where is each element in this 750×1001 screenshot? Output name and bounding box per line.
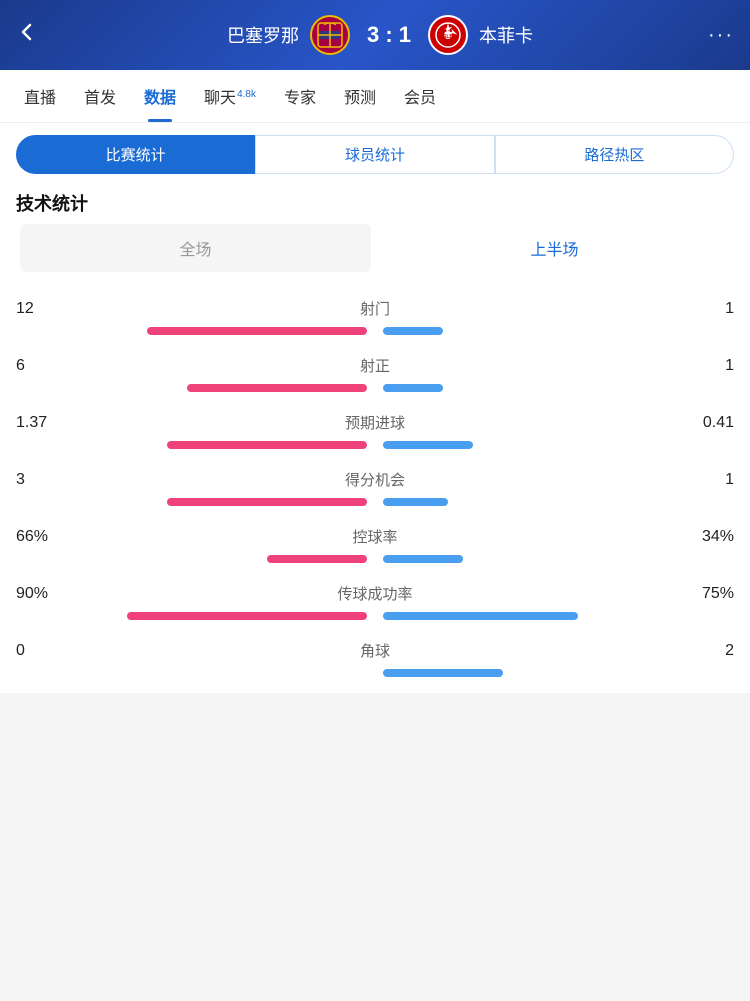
- stat-corners-left: 0: [16, 642, 76, 660]
- stat-chances-left: 3: [16, 471, 76, 489]
- stat-shots-right: 1: [674, 300, 734, 318]
- stat-chances-bar-right: [383, 498, 448, 506]
- stat-chances-right: 1: [674, 471, 734, 489]
- nav-tabs: 直播 首发 数据 聊天4.8k 专家 预测 会员: [0, 70, 750, 123]
- stat-xg-bar-left: [167, 441, 367, 449]
- stat-sot-bar-right: [383, 384, 443, 392]
- stat-pass-bar-left: [127, 612, 367, 620]
- away-team-logo: SLB: [427, 14, 469, 56]
- stat-sot-label: 射正: [76, 355, 674, 376]
- stat-possession: 66% 控球率 34%: [16, 512, 734, 569]
- stat-corners: 0 角球 2: [16, 626, 734, 683]
- stat-chances-bar-left: [167, 498, 367, 506]
- stat-corners-label: 角球: [76, 640, 674, 661]
- stat-pass-accuracy: 90% 传球成功率 75%: [16, 569, 734, 626]
- stat-pass-right: 75%: [674, 585, 734, 603]
- stat-poss-bar-right: [383, 555, 463, 563]
- stat-pass-bar-right: [383, 612, 578, 620]
- stat-chances: 3 得分机会 1: [16, 455, 734, 512]
- stat-xg-right: 0.41: [674, 414, 734, 432]
- stat-shots: 12 射门 1: [16, 284, 734, 341]
- stat-poss-left: 66%: [16, 528, 76, 546]
- back-button[interactable]: [16, 21, 52, 49]
- match-header: 巴塞罗那 3 : 1: [0, 0, 750, 70]
- tab-member[interactable]: 会员: [390, 70, 450, 122]
- period-toggle: 全场 上半场: [0, 224, 750, 284]
- home-team-name: 巴塞罗那: [227, 22, 299, 48]
- stat-shots-bar-left: [147, 327, 367, 335]
- period-full[interactable]: 全场: [20, 224, 371, 272]
- stat-chances-label: 得分机会: [76, 469, 674, 490]
- away-team-name: 本菲卡: [479, 22, 533, 48]
- tab-lineup[interactable]: 首发: [70, 70, 130, 122]
- stat-xg: 1.37 预期进球 0.41: [16, 398, 734, 455]
- tab-chat[interactable]: 聊天4.8k: [190, 70, 270, 122]
- tab-data[interactable]: 数据: [130, 70, 190, 122]
- tab-live[interactable]: 直播: [10, 70, 70, 122]
- stat-shots-label: 射门: [76, 298, 674, 319]
- stat-xg-bar-right: [383, 441, 473, 449]
- stat-sot-left: 6: [16, 357, 76, 375]
- match-info: 巴塞罗那 3 : 1: [52, 14, 708, 56]
- stat-shots-left: 12: [16, 300, 76, 318]
- stat-corners-bar-right: [383, 669, 503, 677]
- sub-tab-heatmap[interactable]: 路径热区: [495, 135, 734, 174]
- score-display: 3 : 1: [367, 22, 411, 48]
- stat-xg-left: 1.37: [16, 414, 76, 432]
- stat-shots-bar-right: [383, 327, 443, 335]
- stat-xg-label: 预期进球: [76, 412, 674, 433]
- stat-poss-right: 34%: [674, 528, 734, 546]
- stats-container: 12 射门 1 6 射正 1: [0, 284, 750, 693]
- tab-predict[interactable]: 预测: [330, 70, 390, 122]
- home-team-logo: [309, 14, 351, 56]
- svg-text:SLB: SLB: [443, 34, 453, 40]
- more-button[interactable]: ···: [708, 24, 734, 47]
- sub-tab-match[interactable]: 比赛统计: [16, 135, 255, 174]
- section-title: 技术统计: [0, 174, 750, 224]
- stat-sot-right: 1: [674, 357, 734, 375]
- stat-corners-right: 2: [674, 642, 734, 660]
- stat-poss-bar-left: [267, 555, 367, 563]
- stat-poss-label: 控球率: [76, 526, 674, 547]
- stat-pass-label: 传球成功率: [76, 583, 674, 604]
- stat-sot-bar-left: [187, 384, 367, 392]
- tab-expert[interactable]: 专家: [270, 70, 330, 122]
- sub-tab-player[interactable]: 球员统计: [255, 135, 494, 174]
- stat-pass-left: 90%: [16, 585, 76, 603]
- chat-badge: 4.8k: [237, 89, 256, 100]
- stat-shots-on-target: 6 射正 1: [16, 341, 734, 398]
- period-first-half[interactable]: 上半场: [379, 224, 730, 272]
